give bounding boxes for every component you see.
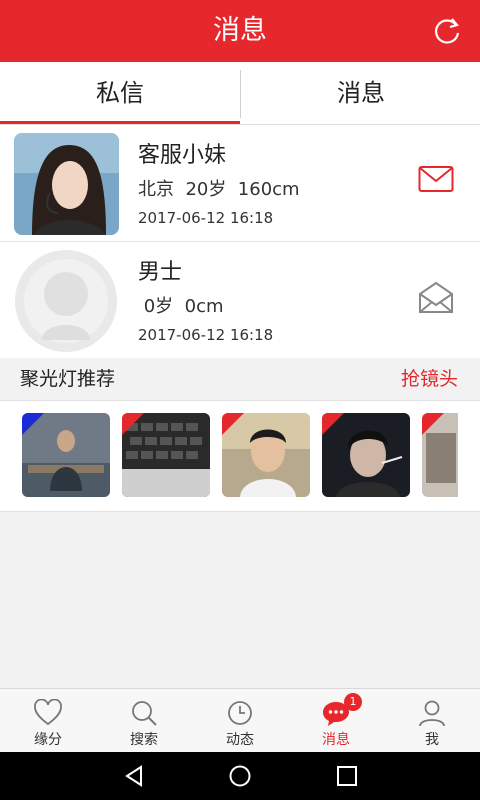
nav-item-me[interactable]: 我 [384,689,480,753]
nav-item-fate[interactable]: 缘分 [0,689,96,753]
nav-label: 消息 [322,732,350,748]
message-name: 客服小妹 [138,143,227,168]
tab-label: 消息 [337,79,385,107]
system-nav-bar [0,752,480,800]
tab-messages[interactable]: 消息 [241,62,480,124]
spotlight-photo[interactable] [122,413,210,497]
refresh-icon[interactable] [432,16,462,46]
open-envelope-icon[interactable] [418,280,454,314]
nav-label: 缘分 [34,732,62,748]
message-info: 北京 20岁 160cm [138,179,300,200]
spotlight-photo[interactable] [322,413,410,497]
active-tab-indicator [0,121,240,124]
tab-private-message[interactable]: 私信 [0,62,240,124]
home-icon[interactable] [228,764,252,788]
recents-icon[interactable] [335,764,359,788]
grab-spotlight-link[interactable]: 抢镜头 [401,358,458,400]
message-item[interactable]: 男士 0岁 0cm 2017-06-12 16:18 [0,242,480,359]
heart-icon [34,699,62,726]
spotlight-title: 聚光灯推荐 [20,368,116,390]
avatar[interactable] [14,133,119,235]
page-title: 消息 [213,15,267,46]
bottom-nav: 缘分 搜索 动态 1 消息 我 [0,688,480,753]
spotlight-photo[interactable] [422,413,458,497]
nav-label: 搜索 [130,732,158,748]
message-item[interactable]: 客服小妹 北京 20岁 160cm 2017-06-12 16:18 [0,125,480,242]
nav-item-messages[interactable]: 1 消息 [288,689,384,753]
clock-icon [228,701,252,725]
nav-label: 动态 [226,732,254,748]
message-time: 2017-06-12 16:18 [138,326,274,344]
spotlight-photo[interactable] [222,413,310,497]
unread-badge: 1 [344,693,362,711]
spotlight-header: 聚光灯推荐 抢镜头 [0,358,480,400]
nav-item-search[interactable]: 搜索 [96,689,192,753]
spotlight-photo[interactable] [22,413,110,497]
tab-label: 私信 [96,79,144,107]
tab-bar: 私信 1 消息 [0,62,480,148]
avatar[interactable] [14,250,119,352]
message-time: 2017-06-12 16:18 [138,209,274,227]
search-icon [132,701,157,726]
message-info: 0岁 0cm [138,296,224,317]
nav-label: 我 [425,732,439,748]
app-header: 消息 [0,0,480,62]
message-name: 男士 [138,260,183,285]
envelope-icon[interactable] [418,165,454,193]
person-icon [419,700,445,727]
nav-item-moments[interactable]: 动态 [192,689,288,753]
back-icon[interactable] [122,764,146,788]
spotlight-row [0,400,480,512]
